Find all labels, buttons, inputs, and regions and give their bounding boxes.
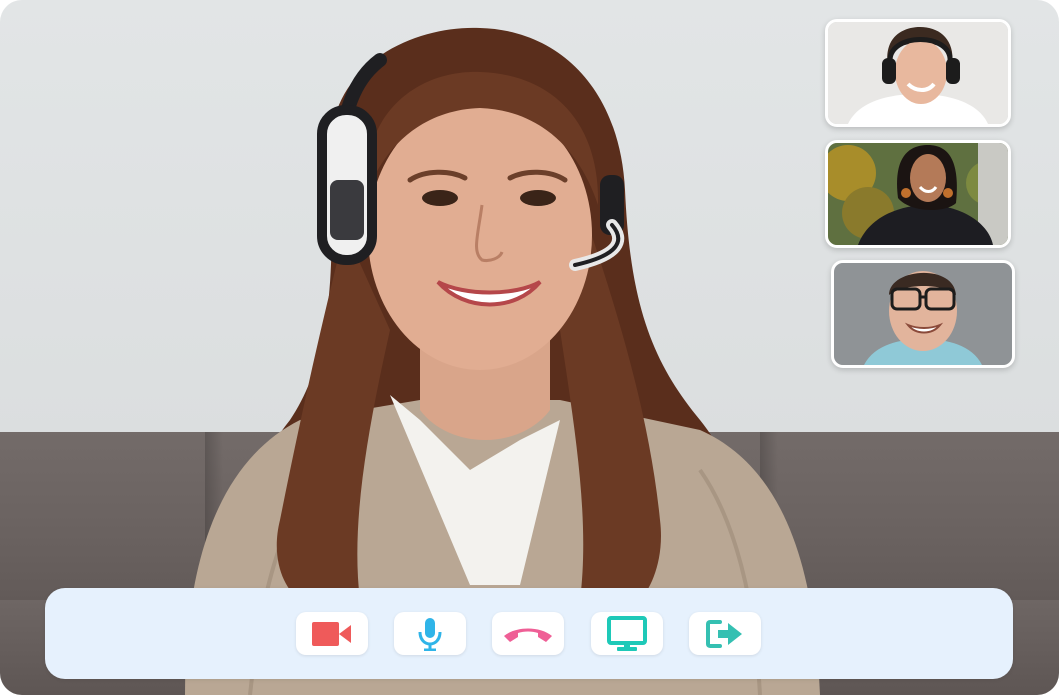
participant-thumbnail[interactable]: [825, 140, 1011, 248]
leave-call-button[interactable]: [689, 612, 761, 655]
video-camera-icon: [312, 621, 351, 646]
participant-1-image: [828, 22, 1008, 124]
phone-hangup-icon: [504, 628, 552, 642]
microphone-icon: [418, 617, 442, 651]
participant-3-image: [834, 263, 1012, 365]
participant-thumbnail[interactable]: [825, 19, 1011, 127]
video-call-window: [0, 0, 1059, 695]
sign-out-icon: [706, 619, 742, 648]
microphone-toggle-button[interactable]: [394, 612, 466, 655]
monitor-icon: [607, 615, 647, 651]
participant-thumbnail[interactable]: [831, 260, 1015, 368]
hang-up-button[interactable]: [492, 612, 564, 655]
camera-toggle-button[interactable]: [296, 612, 368, 655]
participant-2-image: [828, 143, 1008, 245]
share-screen-button[interactable]: [591, 612, 663, 655]
call-control-bar: [45, 588, 1013, 679]
